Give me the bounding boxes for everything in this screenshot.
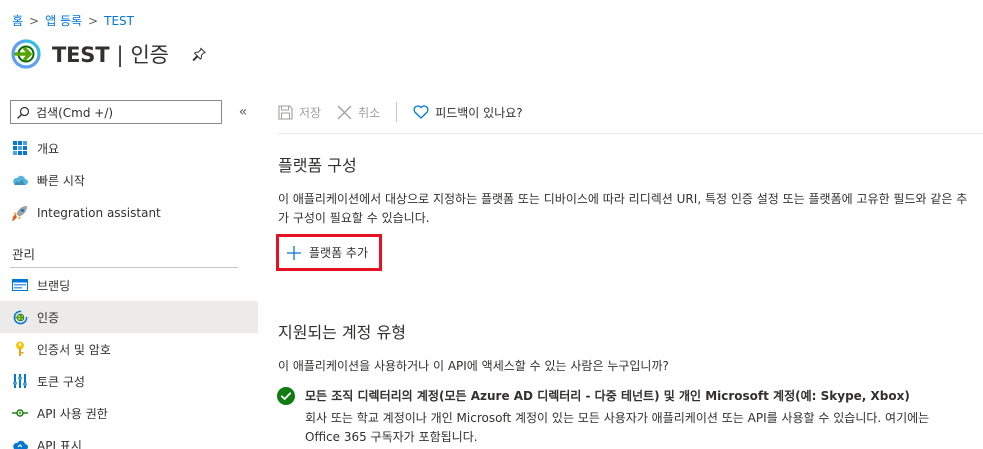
- search-icon: [17, 106, 30, 119]
- grid-icon: [12, 140, 28, 156]
- api-permission-icon: [12, 405, 28, 421]
- page-title-app: TEST: [52, 43, 110, 67]
- sidebar-item-quickstart[interactable]: 빠른 시작: [0, 164, 258, 196]
- account-type-description: 회사 또는 학교 계정이나 개인 Microsoft 계정이 있는 모든 사용자…: [305, 409, 965, 447]
- breadcrumb-app-registrations[interactable]: 앱 등록: [45, 12, 82, 29]
- sidebar-item-label: 개요: [37, 141, 60, 156]
- save-button[interactable]: 저장: [278, 104, 321, 121]
- sidebar-item-label: 인증서 및 암호: [37, 342, 111, 357]
- sidebar-item-label: 토큰 구성: [37, 374, 85, 389]
- sidebar-search: 검색(Cmd +/) «: [10, 100, 250, 124]
- add-platform-button[interactable]: 플랫폼 추가: [276, 234, 382, 271]
- command-bar-divider: [278, 133, 983, 134]
- sidebar-section-manage: 관리: [12, 247, 36, 262]
- auth-app-icon: [11, 39, 41, 69]
- sidebar-item-label: API 사용 권한: [37, 406, 108, 421]
- sidebar-section-divider: [10, 267, 238, 268]
- key-icon: [12, 341, 28, 357]
- rocket-icon: [12, 205, 28, 221]
- platform-description-line: 이 애플리케이션에서 대상으로 지정하는 플랫폼 또는 디바이스에 따라 리디렉…: [278, 192, 968, 206]
- collapse-sidebar-button[interactable]: «: [236, 104, 250, 120]
- discard-button[interactable]: 취소: [337, 104, 380, 121]
- sidebar-item-label: 인증: [37, 310, 60, 325]
- sidebar-item-expose-api[interactable]: API 표시: [0, 429, 258, 449]
- page-title-section: 인증: [130, 43, 169, 67]
- sidebar-item-label: 빠른 시작: [37, 173, 85, 188]
- account-type-description-line: 회사 또는 학교 계정이나 개인 Microsoft 계정이 있는 모든 사용자…: [305, 411, 930, 425]
- page-title: TEST | 인증: [52, 39, 169, 69]
- account-types-question: 이 애플리케이션을 사용하거나 이 API에 액세스할 수 있는 사람은 누구입…: [278, 359, 669, 373]
- add-platform-label: 플랫폼 추가: [309, 246, 369, 260]
- discard-label: 취소: [358, 105, 381, 120]
- command-bar: 저장 취소 피드백이 있나요?: [278, 100, 539, 124]
- sidebar-item-overview[interactable]: 개요: [0, 132, 258, 164]
- cloud-api-icon: [12, 437, 28, 449]
- breadcrumb-test[interactable]: TEST: [104, 14, 134, 28]
- sidebar-item-branding[interactable]: 브랜딩: [0, 269, 258, 301]
- account-type-title: 모든 조직 디렉터리의 계정(모든 Azure AD 디렉터리 - 다중 테넌트…: [305, 389, 910, 403]
- feedback-button[interactable]: 피드백이 있나요?: [413, 104, 523, 121]
- save-icon: [278, 104, 293, 120]
- breadcrumb-separator: >: [88, 13, 99, 28]
- platform-description-line: 가 구성이 필요할 수 있습니다.: [278, 211, 430, 225]
- save-label: 저장: [299, 105, 322, 120]
- plus-icon: [287, 245, 301, 260]
- account-type-option: 모든 조직 디렉터리의 계정(모든 Azure AD 디렉터리 - 다중 테넌트…: [277, 386, 910, 406]
- platform-description: 이 애플리케이션에서 대상으로 지정하는 플랫폼 또는 디바이스에 따라 리디렉…: [278, 190, 967, 228]
- heart-icon: [413, 105, 429, 119]
- breadcrumb: 홈 > 앱 등록 > TEST: [12, 12, 134, 29]
- platform-heading: 플랫폼 구성: [278, 156, 357, 175]
- toolbar-separator: [396, 102, 398, 122]
- auth-icon: [12, 309, 28, 325]
- sidebar-item-label: Integration assistant: [37, 206, 161, 220]
- sidebar-item-label: 브랜딩: [37, 278, 71, 293]
- page-header: TEST | 인증: [10, 38, 207, 70]
- branding-icon: [12, 277, 28, 293]
- sidebar-item-token-configuration[interactable]: 토큰 구성: [0, 365, 258, 397]
- sidebar-item-authentication[interactable]: 인증: [0, 301, 258, 333]
- sidebar-item-integration-assistant[interactable]: Integration assistant: [0, 197, 258, 229]
- close-icon: [337, 105, 352, 119]
- token-icon: [12, 373, 28, 389]
- sidebar: 검색(Cmd +/) « 개요 빠른 시작 Integration assist…: [0, 96, 258, 449]
- cloud-icon: [12, 172, 28, 188]
- sidebar-item-certificates[interactable]: 인증서 및 암호: [0, 333, 258, 365]
- page-title-divider: |: [116, 43, 124, 67]
- sidebar-item-api-permissions[interactable]: API 사용 권한: [0, 397, 258, 429]
- feedback-label: 피드백이 있나요?: [435, 105, 523, 120]
- account-types-heading: 지원되는 계정 유형: [278, 323, 406, 342]
- breadcrumb-home[interactable]: 홈: [12, 12, 23, 29]
- sidebar-item-label: API 표시: [37, 438, 82, 449]
- pin-icon[interactable]: [191, 46, 207, 62]
- check-circle-icon: [277, 387, 295, 405]
- search-placeholder: 검색(Cmd +/): [36, 105, 114, 120]
- breadcrumb-separator: >: [29, 13, 40, 28]
- search-input[interactable]: 검색(Cmd +/): [10, 100, 222, 124]
- account-type-description-line: Office 365 구독자가 포함됩니다.: [305, 430, 478, 444]
